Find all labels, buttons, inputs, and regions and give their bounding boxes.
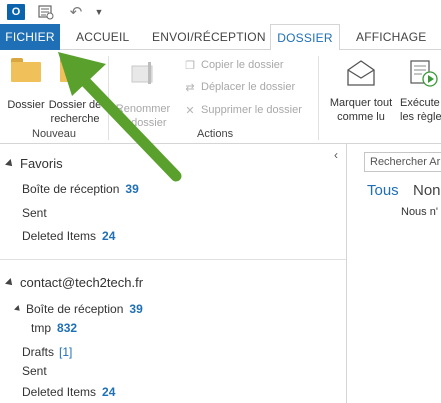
- delete-folder-button[interactable]: ✕ Supprimer le dossier: [183, 101, 302, 119]
- search-input[interactable]: Rechercher Ar: [364, 152, 441, 172]
- favorites-header[interactable]: Favoris: [5, 156, 63, 171]
- run-rules-label-1: Exécute: [400, 97, 440, 109]
- new-folder-label: Dossier: [7, 99, 45, 111]
- folder-label: Boîte de réception: [26, 302, 124, 316]
- unread-count: 24: [102, 229, 116, 243]
- expand-triangle-icon[interactable]: [5, 158, 15, 169]
- mark-all-read-label-2: comme lu: [337, 111, 385, 123]
- filter-all[interactable]: Tous: [367, 182, 399, 199]
- folder-label: Boîte de réception: [22, 182, 120, 196]
- expand-triangle-icon[interactable]: [14, 305, 22, 313]
- expand-triangle-icon[interactable]: [5, 277, 15, 288]
- group-label-actions: Actions: [197, 128, 234, 140]
- favorite-deleted-items[interactable]: Deleted Items 24: [22, 229, 115, 243]
- open-envelope-icon: [347, 60, 375, 86]
- folder-deleted-items[interactable]: Deleted Items 24: [22, 385, 115, 399]
- favorites-label: Favoris: [20, 156, 63, 171]
- outlook-logo: O: [7, 4, 25, 20]
- rename-folder-button[interactable]: Renommer le dossier: [112, 58, 174, 130]
- run-rules-icon: [410, 60, 438, 87]
- folder-icon: [11, 58, 41, 82]
- unread-count: 24: [102, 385, 116, 399]
- folder-pane: ‹ Favoris Boîte de réception 39 Sent Del…: [0, 144, 347, 403]
- move-folder-button[interactable]: ⇄ Déplacer le dossier: [183, 78, 295, 96]
- undo-icon[interactable]: ↶: [66, 2, 86, 22]
- ribbon-separator: [108, 56, 109, 140]
- favorite-sent[interactable]: Sent: [22, 206, 47, 220]
- folder-drafts[interactable]: Drafts [1]: [22, 345, 72, 359]
- search-folder-icon: [60, 58, 90, 82]
- account-label: contact@tech2tech.fr: [20, 275, 144, 290]
- tab-affichage[interactable]: AFFICHAGE: [356, 24, 426, 50]
- unread-count: 39: [125, 182, 139, 196]
- new-search-folder-label-1: Dossier de: [48, 99, 102, 111]
- unread-count: 832: [57, 321, 78, 335]
- outlook-app-icon[interactable]: O: [6, 2, 26, 22]
- account-header[interactable]: contact@tech2tech.fr: [5, 275, 144, 290]
- ribbon-tabs: FICHIER ACCUEIL ENVOI/RÉCEPTION DOSSIER …: [0, 24, 441, 51]
- new-folder-button[interactable]: Dossier: [4, 58, 48, 112]
- group-label-nouveau: Nouveau: [32, 128, 77, 140]
- folder-label: Sent: [22, 206, 47, 220]
- rename-folder-label-2: le dossier: [119, 117, 167, 129]
- rename-folder-label-1: Renommer: [115, 103, 171, 115]
- move-folder-label: Déplacer le dossier: [201, 81, 296, 93]
- send-receive-icon[interactable]: [36, 2, 56, 22]
- tab-fichier[interactable]: FICHIER: [0, 24, 60, 50]
- move-folder-icon: ⇄: [185, 81, 195, 94]
- copy-folder-button[interactable]: ❐ Copier le dossier: [183, 56, 284, 74]
- unread-count: 39: [129, 302, 143, 316]
- delete-folder-label: Supprimer le dossier: [201, 104, 302, 116]
- account-inbox[interactable]: Boîte de réception 39: [14, 302, 143, 316]
- rename-folder-icon: [131, 62, 153, 84]
- folder-label: tmp: [31, 321, 52, 335]
- new-search-folder-label-2: recherche: [50, 113, 100, 125]
- copy-folder-label: Copier le dossier: [201, 59, 284, 71]
- tab-accueil[interactable]: ACCUEIL: [76, 24, 129, 50]
- message-list: Rechercher Ar Tous Non Nous n': [348, 144, 441, 403]
- mark-all-read-button[interactable]: Marquer tout comme lu: [322, 58, 400, 124]
- copy-folder-icon: ❐: [185, 59, 195, 72]
- folder-tmp[interactable]: tmp 832: [31, 321, 77, 335]
- ribbon-separator: [318, 56, 319, 140]
- run-rules-label-2: les règle: [400, 111, 441, 123]
- ribbon: Dossier Dossier de recherche Nouveau Ren…: [0, 50, 441, 144]
- folder-label: Deleted Items: [22, 229, 97, 243]
- filter-unread[interactable]: Non: [413, 182, 441, 199]
- tab-dossier[interactable]: DOSSIER: [270, 24, 340, 51]
- quick-access-toolbar: O ↶ ▼: [0, 0, 441, 24]
- empty-message: Nous n': [401, 206, 438, 218]
- run-rules-button[interactable]: Exécute les règle: [400, 58, 441, 124]
- new-search-folder-button[interactable]: Dossier de recherche: [47, 58, 103, 126]
- folder-label: Sent: [22, 364, 47, 378]
- tab-envoi-reception[interactable]: ENVOI/RÉCEPTION: [152, 24, 266, 50]
- qat-dropdown-icon[interactable]: ▼: [92, 2, 106, 22]
- folder-label: Drafts: [22, 345, 55, 359]
- collapse-pane-icon[interactable]: ‹: [334, 148, 338, 162]
- folder-label: Deleted Items: [22, 385, 97, 399]
- mark-all-read-label-1: Marquer tout: [329, 97, 393, 109]
- favorite-inbox[interactable]: Boîte de réception 39: [22, 182, 139, 196]
- folder-sent[interactable]: Sent: [22, 364, 47, 378]
- pane-divider: [0, 259, 346, 260]
- draft-count: [1]: [59, 345, 73, 359]
- delete-folder-icon: ✕: [185, 104, 195, 117]
